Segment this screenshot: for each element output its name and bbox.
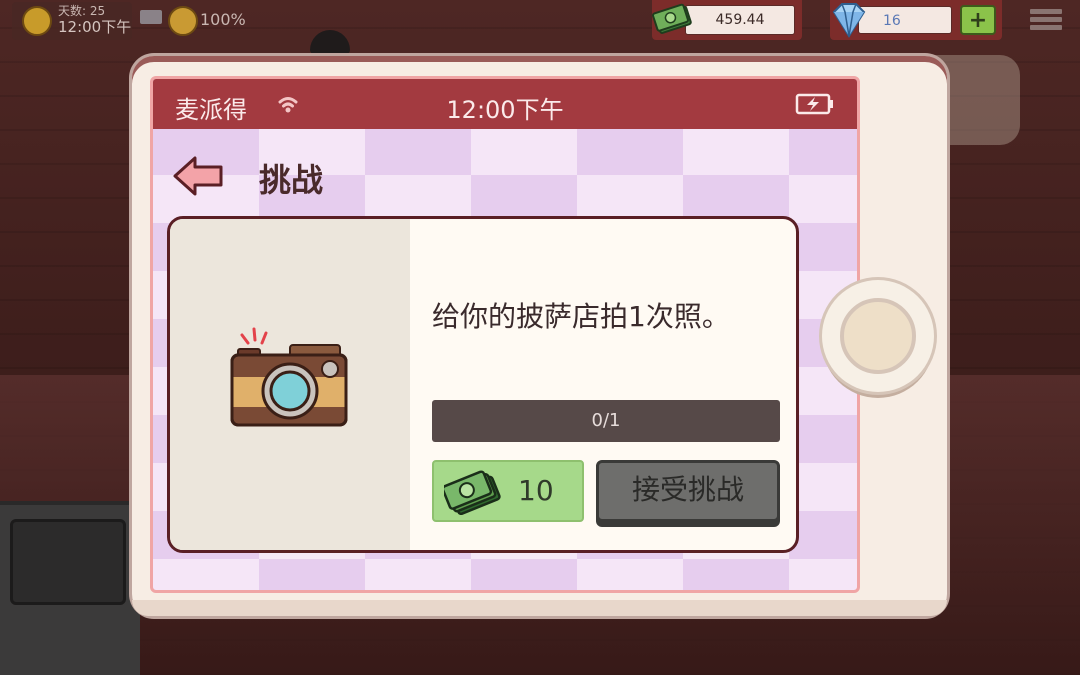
cash-icon <box>652 3 692 34</box>
battery-icon <box>795 93 833 115</box>
add-gems-button[interactable]: + <box>960 5 996 35</box>
camera-icon <box>230 327 348 427</box>
challenge-icon-panel <box>170 219 410 550</box>
reward-panel: 10 <box>432 460 584 522</box>
money-amount: 459.44 <box>685 5 795 35</box>
status-bar: 麦派得 12:00下午 <box>153 79 857 129</box>
challenge-description: 给你的披萨店拍1次照。 <box>432 300 730 333</box>
phone-home-button[interactable] <box>822 280 934 392</box>
happiness-percent: 100% <box>200 10 246 29</box>
gem-amount: 16 <box>858 6 952 34</box>
reward-amount: 10 <box>518 474 554 507</box>
challenge-card: 给你的披萨店拍1次照。 0/1 10 接受挑战 <box>167 216 799 553</box>
progress-bar: 0/1 <box>432 400 780 442</box>
game-clock: 12:00下午 <box>58 18 132 36</box>
happiness-face-icon <box>168 6 198 36</box>
menu-icon[interactable] <box>1030 6 1062 36</box>
diamond-icon <box>832 3 866 38</box>
progress-text: 0/1 <box>591 410 621 431</box>
flag-icon <box>140 10 162 24</box>
phone-screen: 麦派得 12:00下午 挑战 给你的披萨店拍1次照。 0/1 10 接受挑战 <box>150 76 860 593</box>
phone-bezel <box>132 600 947 616</box>
cash-icon <box>444 470 501 516</box>
page-title: 挑战 <box>259 161 324 199</box>
accept-challenge-button[interactable]: 接受挑战 <box>596 460 780 522</box>
status-time: 12:00下午 <box>446 96 564 124</box>
sun-icon <box>22 6 52 36</box>
cash-register <box>10 519 126 605</box>
back-arrow-icon[interactable] <box>171 153 225 199</box>
home-button-inner <box>840 298 916 374</box>
